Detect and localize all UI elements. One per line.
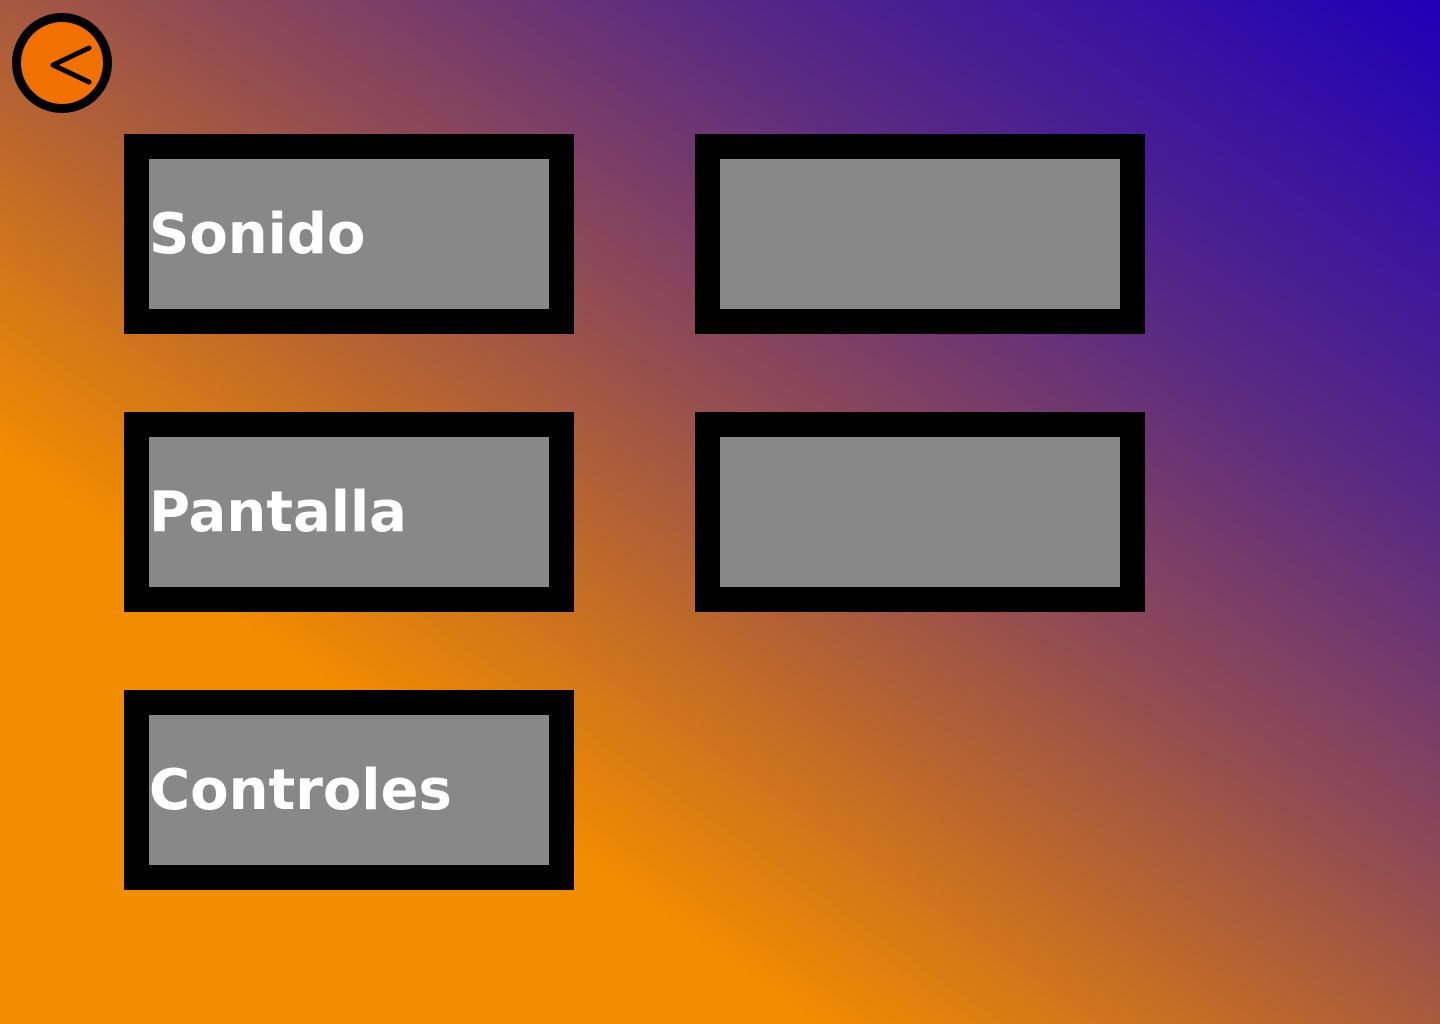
- controles-button[interactable]: Controles: [124, 690, 574, 890]
- sonido-button[interactable]: Sonido: [124, 134, 574, 334]
- tile-face: Pantalla: [149, 437, 549, 587]
- controles-label: Controles: [149, 758, 452, 823]
- sonido-label: Sonido: [149, 202, 366, 267]
- pantalla-button[interactable]: Pantalla: [124, 412, 574, 612]
- pantalla-label: Pantalla: [149, 480, 407, 545]
- empty-menu-button-1[interactable]: [695, 134, 1145, 334]
- tile-face: Controles: [149, 715, 549, 865]
- settings-screen: { "back_button": { "icon": "chevron-left…: [0, 0, 1440, 1024]
- back-button[interactable]: [12, 13, 112, 113]
- tile-face: Sonido: [149, 159, 549, 309]
- tile-face: [720, 437, 1120, 587]
- tile-face: [720, 159, 1120, 309]
- chevron-left-icon: [50, 45, 92, 85]
- empty-menu-button-2[interactable]: [695, 412, 1145, 612]
